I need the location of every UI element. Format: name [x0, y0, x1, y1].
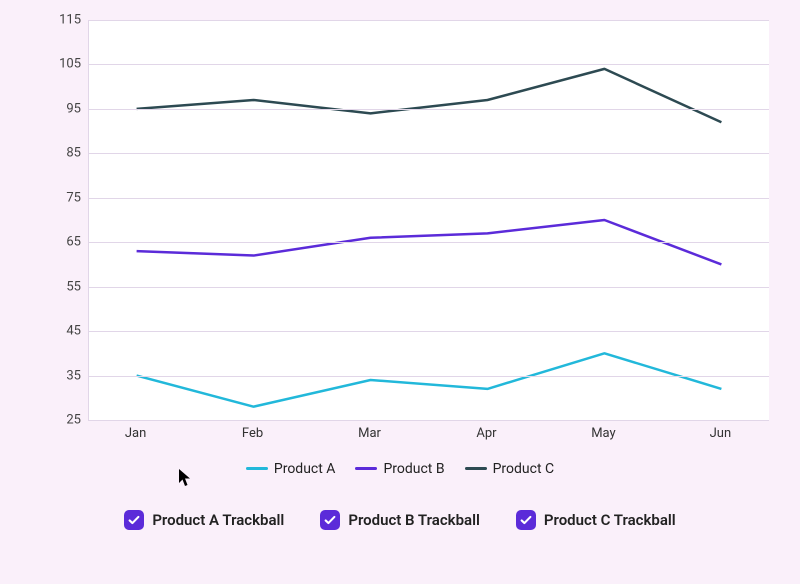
y-tick-label: 65 — [41, 235, 81, 250]
x-tick-label: Mar — [358, 426, 381, 441]
legend-swatch — [465, 467, 487, 470]
series-legend: Product A Product B Product C — [20, 458, 780, 477]
y-gridline — [89, 376, 769, 377]
y-tick-label: 75 — [41, 190, 81, 205]
x-tick-label: Apr — [476, 426, 496, 441]
trackball-label: Product B Trackball — [348, 511, 480, 529]
y-tick-label: 55 — [41, 279, 81, 294]
y-gridline — [89, 153, 769, 154]
y-tick-label: 45 — [41, 324, 81, 339]
series-line — [137, 69, 722, 122]
chart-lines — [89, 20, 769, 420]
legend-label: Product B — [383, 461, 444, 477]
legend-label: Product A — [274, 461, 336, 477]
y-tick-label: 25 — [41, 413, 81, 428]
y-tick-label: 95 — [41, 101, 81, 116]
y-gridline — [89, 331, 769, 332]
trackball-controls: Product A Trackball Product B Trackball Pr… — [20, 510, 780, 531]
trackball-checkbox[interactable]: Product C Trackball — [516, 510, 676, 530]
checkbox-icon — [320, 510, 340, 530]
y-tick-label: 105 — [41, 57, 81, 72]
trackball-checkbox[interactable]: Product B Trackball — [320, 510, 480, 530]
legend-label: Product C — [493, 461, 555, 477]
plot-area[interactable]: 2535455565758595105115 — [88, 20, 769, 421]
x-tick-label: Jun — [710, 426, 732, 441]
legend-swatch — [246, 467, 268, 470]
checkbox-icon — [124, 510, 144, 530]
legend-item[interactable]: Product C — [465, 461, 555, 477]
line-chart: 2535455565758595105115 Product AProduct … — [20, 20, 780, 564]
trackball-label: Product C Trackball — [544, 511, 676, 529]
y-tick-label: 35 — [41, 368, 81, 383]
trackball-checkbox[interactable]: Product A Trackball — [124, 510, 284, 530]
y-gridline — [89, 198, 769, 199]
y-tick-label: 85 — [41, 146, 81, 161]
legend-item[interactable]: Product B — [355, 461, 444, 477]
y-gridline — [89, 287, 769, 288]
y-gridline — [89, 20, 769, 21]
x-tick-label: Jan — [125, 426, 146, 441]
legend-swatch — [355, 467, 377, 470]
y-gridline — [89, 64, 769, 65]
y-tick-label: 115 — [41, 13, 81, 28]
y-gridline — [89, 109, 769, 110]
legend-item[interactable]: Product A — [246, 461, 336, 477]
y-gridline — [89, 242, 769, 243]
x-tick-label: May — [591, 426, 615, 441]
checkbox-icon — [516, 510, 536, 530]
series-line — [137, 353, 722, 406]
trackball-label: Product A Trackball — [152, 511, 284, 529]
x-tick-label: Feb — [242, 426, 263, 441]
